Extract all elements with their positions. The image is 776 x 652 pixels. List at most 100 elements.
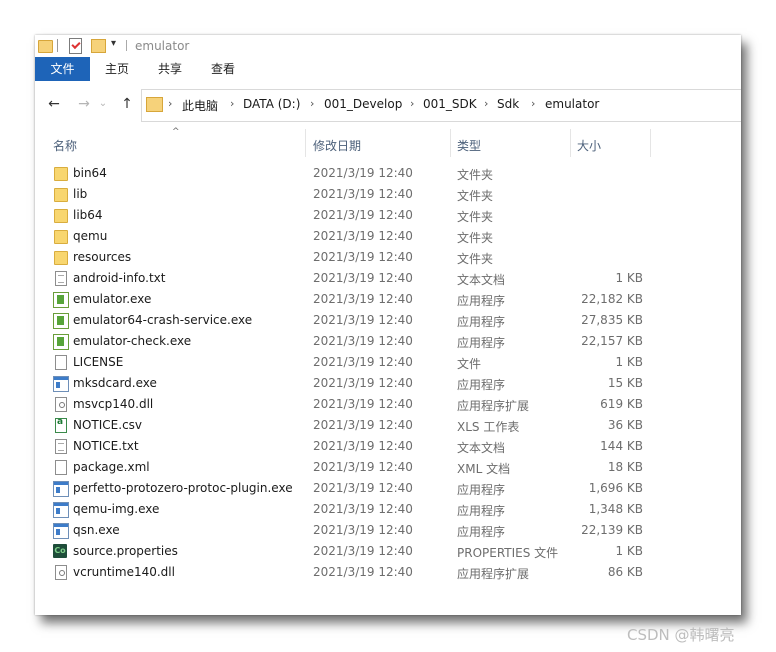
column-header-type[interactable]: 类型: [457, 137, 481, 154]
up-arrow-icon[interactable]: ↑: [119, 96, 135, 112]
ribbon-tabs: 文件 主页 共享 查看: [35, 57, 741, 81]
chevron-right-icon[interactable]: ›: [168, 97, 172, 110]
file-size: 15 KB: [607, 376, 643, 390]
folder-icon: [146, 97, 163, 112]
file-row[interactable]: lib64 2021/3/19 12:40 文件夹: [35, 205, 741, 226]
file-type: 应用程序: [457, 483, 506, 497]
file-type: 应用程序: [457, 336, 506, 350]
file-row[interactable]: NOTICE.csv 2021/3/19 12:40 XLS 工作表 36 KB: [35, 415, 741, 436]
file-name: resources: [73, 250, 132, 264]
tab-share[interactable]: 共享: [152, 57, 188, 81]
file-name: emulator-check.exe: [73, 334, 192, 348]
file-row[interactable]: lib 2021/3/19 12:40 文件夹: [35, 184, 741, 205]
file-row[interactable]: emulator-check.exe 2021/3/19 12:40 应用程序 22,…: [35, 331, 741, 352]
file-row[interactable]: vcruntime140.dll 2021/3/19 12:40 应用程序扩展 86 …: [35, 562, 741, 583]
tab-view[interactable]: 查看: [205, 57, 241, 81]
file-name: msvcp140.dll: [73, 397, 154, 411]
properties-file-icon: Co: [53, 544, 67, 558]
folder-icon: [54, 167, 68, 181]
column-divider[interactable]: [650, 129, 651, 157]
address-row: ← → ⌄ ↑ › 此电脑 › DATA (D:) › 001_Develop …: [35, 81, 741, 129]
breadcrumb-001-develop[interactable]: 001_Develop: [324, 97, 402, 111]
address-bar[interactable]: › 此电脑 › DATA (D:) › 001_Develop › 001_SD…: [141, 89, 741, 122]
file-name: source.properties: [73, 544, 178, 558]
file-type: 文本文档: [457, 441, 506, 455]
file-row[interactable]: qemu-img.exe 2021/3/19 12:40 应用程序 1,348 KB: [35, 499, 741, 520]
file-row[interactable]: perfetto-protozero-protoc-plugin.exe 2021…: [35, 478, 741, 499]
file-size: 36 KB: [607, 418, 643, 432]
file-row[interactable]: android-info.txt 2021/3/19 12:40 文本文档 1 KB: [35, 268, 741, 289]
file-size: 1 KB: [615, 271, 643, 285]
file-type: 应用程序: [457, 294, 506, 308]
file-row[interactable]: mksdcard.exe 2021/3/19 12:40 应用程序 15 KB: [35, 373, 741, 394]
file-name: NOTICE.txt: [73, 439, 139, 453]
column-divider[interactable]: [570, 129, 571, 157]
file-type: 应用程序扩展: [457, 399, 530, 413]
file-row[interactable]: msvcp140.dll 2021/3/19 12:40 应用程序扩展 619 KB: [35, 394, 741, 415]
file-modified-date: 2021/3/19 12:40: [313, 418, 413, 432]
file-modified-date: 2021/3/19 12:40: [313, 334, 413, 348]
chevron-right-icon[interactable]: ›: [484, 97, 488, 110]
file-name: qemu: [73, 229, 108, 243]
new-folder-icon[interactable]: [91, 39, 106, 53]
file-row[interactable]: Co source.properties 2021/3/19 12:40 PROPER…: [35, 541, 741, 562]
file-name: vcruntime140.dll: [73, 565, 175, 579]
back-arrow-icon[interactable]: ←: [46, 96, 62, 112]
forward-arrow-icon[interactable]: →: [76, 96, 92, 112]
column-header-size[interactable]: 大小: [577, 137, 601, 154]
file-size: 22,157 KB: [581, 334, 643, 348]
emulator-exe-icon: [53, 292, 69, 308]
file-size: 22,139 KB: [581, 523, 643, 537]
file-row[interactable]: qemu 2021/3/19 12:40 文件夹: [35, 226, 741, 247]
file-name: emulator64-crash-service.exe: [73, 313, 253, 327]
column-header-name[interactable]: 名称: [53, 137, 77, 154]
file-row[interactable]: emulator.exe 2021/3/19 12:40 应用程序 22,182 KB: [35, 289, 741, 310]
file-row[interactable]: LICENSE 2021/3/19 12:40 文件 1 KB: [35, 352, 741, 373]
breadcrumb-this-pc[interactable]: 此电脑: [182, 97, 218, 114]
application-icon: [53, 523, 69, 539]
chevron-right-icon[interactable]: ›: [531, 97, 535, 110]
file-type: 文件: [457, 357, 482, 371]
file-row[interactable]: package.xml 2021/3/19 12:40 XML 文档 18 KB: [35, 457, 741, 478]
file-row[interactable]: NOTICE.txt 2021/3/19 12:40 文本文档 144 KB: [35, 436, 741, 457]
file-row[interactable]: qsn.exe 2021/3/19 12:40 应用程序 22,139 KB: [35, 520, 741, 541]
emulator-exe-icon: [53, 334, 69, 350]
properties-icon[interactable]: [69, 38, 82, 54]
file-row[interactable]: resources 2021/3/19 12:40 文件夹: [35, 247, 741, 268]
column-divider[interactable]: [305, 129, 306, 157]
breadcrumb-001-sdk[interactable]: 001_SDK: [423, 97, 477, 111]
chevron-right-icon[interactable]: ›: [310, 97, 314, 110]
file-modified-date: 2021/3/19 12:40: [313, 271, 413, 285]
title-bar: ▾ emulator: [35, 35, 741, 57]
file-row[interactable]: emulator64-crash-service.exe 2021/3/19 12…: [35, 310, 741, 331]
tab-file[interactable]: 文件: [35, 57, 90, 81]
breadcrumb-sdk[interactable]: Sdk: [497, 97, 519, 111]
column-divider[interactable]: [450, 129, 451, 157]
file-modified-date: 2021/3/19 12:40: [313, 292, 413, 306]
breadcrumb-data-drive[interactable]: DATA (D:): [243, 97, 300, 111]
file-modified-date: 2021/3/19 12:40: [313, 355, 413, 369]
file-modified-date: 2021/3/19 12:40: [313, 250, 413, 264]
file-type: 文件夹: [457, 252, 494, 266]
file-row[interactable]: bin64 2021/3/19 12:40 文件夹: [35, 163, 741, 184]
text-file-icon: [55, 439, 67, 454]
file-type: 文件夹: [457, 189, 494, 203]
file-size: 18 KB: [607, 460, 643, 474]
file-type: XLS 工作表: [457, 420, 520, 434]
file-name: package.xml: [73, 460, 150, 474]
file-modified-date: 2021/3/19 12:40: [313, 229, 413, 243]
chevron-right-icon[interactable]: ›: [230, 97, 234, 110]
file-name: LICENSE: [73, 355, 124, 369]
breadcrumb-emulator[interactable]: emulator: [545, 97, 599, 111]
file-type: 应用程序: [457, 504, 506, 518]
file-size: 22,182 KB: [581, 292, 643, 306]
tab-home[interactable]: 主页: [99, 57, 135, 81]
chevron-right-icon[interactable]: ›: [410, 97, 414, 110]
recent-dropdown-icon[interactable]: ⌄: [95, 96, 111, 112]
file-size: 86 KB: [607, 565, 643, 579]
file-type: XML 文档: [457, 462, 511, 476]
file-name: lib: [73, 187, 88, 201]
quick-access-dropdown-icon[interactable]: ▾: [111, 38, 116, 49]
column-header-date[interactable]: 修改日期: [313, 137, 361, 154]
file-name: qsn.exe: [73, 523, 120, 537]
